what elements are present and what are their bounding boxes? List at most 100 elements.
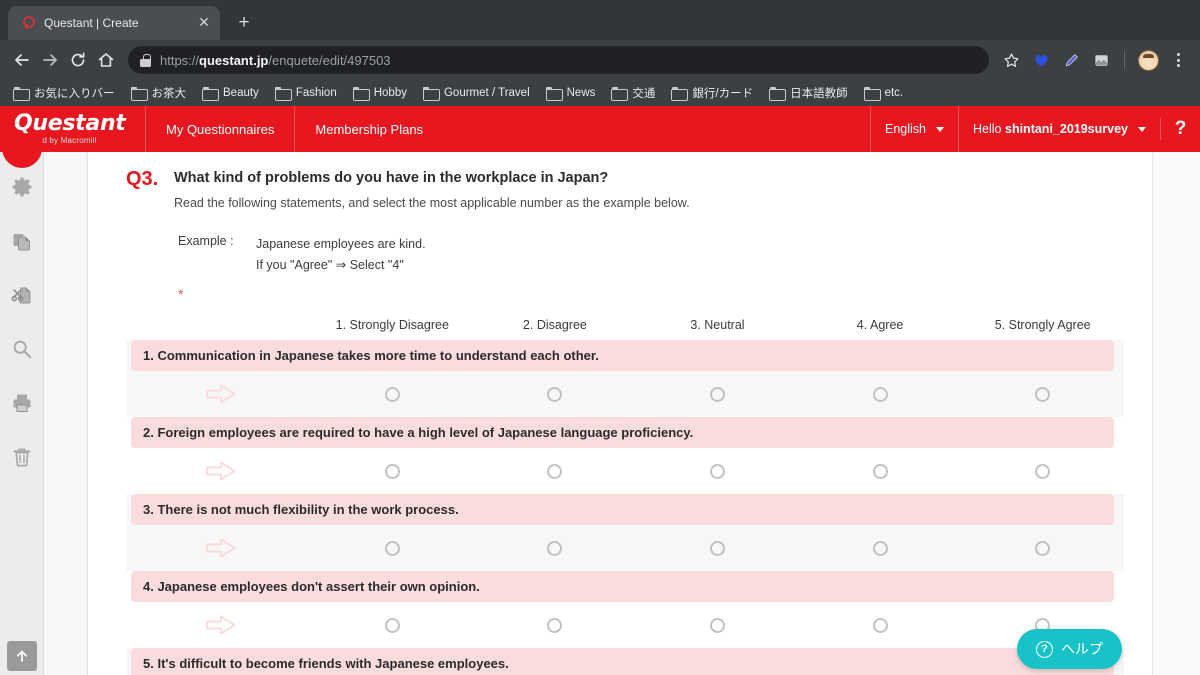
folder-icon	[352, 87, 370, 101]
address-bar[interactable]: https://questant.jp/enquete/edit/497503	[128, 46, 989, 74]
radio-cell[interactable]	[636, 386, 799, 402]
matrix-options	[126, 525, 1124, 571]
bookmark-item[interactable]: お茶大	[124, 83, 194, 103]
help-floating-button[interactable]: ? ヘルプ	[1017, 629, 1122, 669]
radio-cell[interactable]	[961, 463, 1124, 479]
row-arrow-cell	[131, 537, 311, 559]
radio-cell[interactable]	[636, 463, 799, 479]
radio-option-2[interactable]	[547, 386, 563, 402]
matrix-statement: 5. It's difficult to become friends with…	[131, 648, 1114, 675]
radio-option-3[interactable]	[709, 463, 725, 479]
question-header: Q3. What kind of problems do you have in…	[126, 168, 1124, 212]
radio-cell[interactable]	[799, 617, 962, 633]
bookmark-item[interactable]: Beauty	[195, 85, 266, 101]
bookmark-item[interactable]: News	[539, 85, 603, 101]
logo-wordmark: Questant	[14, 111, 126, 136]
content-gutter	[44, 152, 88, 675]
radio-cell[interactable]	[474, 386, 637, 402]
radio-option-4[interactable]	[872, 540, 888, 556]
header-right: English Hello shintani_2019survey ?	[870, 106, 1200, 152]
matrix-options	[126, 371, 1124, 417]
image-icon[interactable]	[1087, 46, 1115, 74]
radio-option-2[interactable]	[547, 617, 563, 633]
radio-option-1[interactable]	[384, 540, 400, 556]
kebab-menu-icon[interactable]	[1164, 46, 1192, 74]
print-icon[interactable]	[7, 388, 37, 418]
radio-cell[interactable]	[636, 540, 799, 556]
back-arrow-icon[interactable]	[8, 46, 36, 74]
radio-option-3[interactable]	[709, 386, 725, 402]
radio-option-1[interactable]	[384, 386, 400, 402]
radio-cell[interactable]	[636, 617, 799, 633]
bookmark-item[interactable]: etc.	[857, 85, 911, 101]
account-menu[interactable]: Hello shintani_2019survey	[958, 106, 1160, 152]
scroll-top-wrap	[6, 641, 37, 671]
bookmark-item[interactable]: 銀行/カード	[664, 83, 760, 103]
radio-cell[interactable]	[311, 617, 474, 633]
radio-cell[interactable]	[961, 386, 1124, 402]
home-icon[interactable]	[92, 46, 120, 74]
matrix-statement: 2. Foreign employees are required to hav…	[131, 417, 1114, 448]
radio-option-4[interactable]	[872, 463, 888, 479]
bookmark-item[interactable]: お気に入りバー	[6, 83, 122, 103]
radio-option-5[interactable]	[1035, 540, 1051, 556]
radio-option-2[interactable]	[547, 463, 563, 479]
bookmark-item[interactable]: 日本語教師	[762, 83, 855, 103]
radio-option-4[interactable]	[872, 617, 888, 633]
radio-option-1[interactable]	[384, 617, 400, 633]
radio-cell[interactable]	[474, 463, 637, 479]
help-button[interactable]: ?	[1160, 118, 1200, 140]
radio-cell[interactable]	[474, 617, 637, 633]
star-icon[interactable]	[997, 46, 1025, 74]
question-number: Q3.	[126, 168, 159, 190]
tool-sidebar	[0, 136, 44, 675]
reload-icon[interactable]	[64, 46, 92, 74]
folder-icon	[671, 87, 689, 101]
radio-cell[interactable]	[799, 463, 962, 479]
pen-icon[interactable]	[1057, 46, 1085, 74]
radio-cell[interactable]	[799, 386, 962, 402]
bookmark-item[interactable]: Fashion	[268, 85, 344, 101]
radio-cell[interactable]	[311, 463, 474, 479]
radio-cell[interactable]	[311, 386, 474, 402]
cut-icon[interactable]	[7, 280, 37, 310]
example-lines: Japanese employees are kind. If you "Agr…	[256, 234, 426, 276]
nav-my-questionnaires[interactable]: My Questionnaires	[145, 106, 294, 152]
radio-cell[interactable]	[474, 540, 637, 556]
url-text: https://questant.jp/enquete/edit/497503	[160, 52, 391, 68]
radio-cell[interactable]	[799, 540, 962, 556]
radio-option-4[interactable]	[872, 386, 888, 402]
gear-icon[interactable]	[7, 172, 37, 202]
profile-avatar[interactable]	[1134, 46, 1162, 74]
radio-option-1[interactable]	[384, 463, 400, 479]
bookmarks-bar: お気に入りバー お茶大 Beauty Fashion Hobby Gourmet…	[0, 80, 1200, 106]
folder-icon	[422, 87, 440, 101]
scale-label-1: 1. Strongly Disagree	[335, 318, 449, 332]
language-selector[interactable]: English	[870, 106, 958, 152]
radio-option-3[interactable]	[709, 540, 725, 556]
new-tab-button[interactable]: +	[230, 9, 258, 37]
trash-icon[interactable]	[7, 442, 37, 472]
radio-cell[interactable]	[311, 540, 474, 556]
copy-icon[interactable]	[7, 226, 37, 256]
radio-option-5[interactable]	[1035, 386, 1051, 402]
arrow-up-icon[interactable]	[6, 641, 37, 671]
radio-option-2[interactable]	[547, 540, 563, 556]
bookmark-item[interactable]: Hobby	[346, 85, 414, 101]
radio-option-5[interactable]	[1035, 463, 1051, 479]
search-icon[interactable]	[7, 334, 37, 364]
radio-cell[interactable]	[961, 540, 1124, 556]
forward-arrow-icon[interactable]	[36, 46, 64, 74]
close-icon[interactable]: ✕	[196, 15, 212, 31]
extension-icon[interactable]	[1027, 46, 1055, 74]
radio-option-3[interactable]	[709, 617, 725, 633]
bookmark-item[interactable]: Gourmet / Travel	[416, 85, 537, 101]
matrix-options	[126, 602, 1124, 648]
greeting-text: Hello shintani_2019survey	[973, 122, 1128, 136]
scale-label-2: 2. Disagree	[522, 318, 587, 332]
language-label: English	[885, 122, 927, 136]
browser-chrome: Questant | Create ✕ + https://questant.j…	[0, 0, 1200, 106]
nav-membership-plans[interactable]: Membership Plans	[294, 106, 443, 152]
bookmark-item[interactable]: 交通	[604, 83, 662, 103]
browser-tab[interactable]: Questant | Create ✕	[8, 6, 220, 40]
